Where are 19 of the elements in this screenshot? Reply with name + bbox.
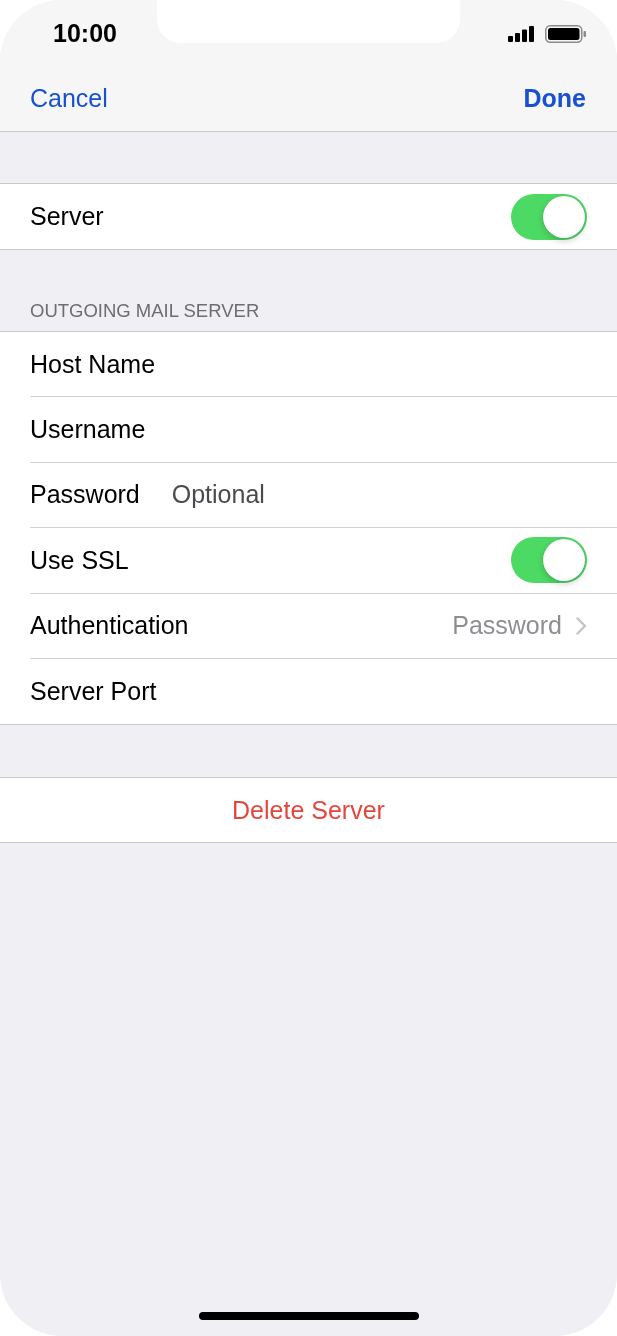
setting-label: Server Port bbox=[30, 677, 157, 707]
chevron-icon bbox=[576, 616, 587, 635]
setting-label: Use SSL bbox=[30, 545, 129, 575]
signal-icon bbox=[508, 25, 534, 42]
toggle-switch[interactable] bbox=[511, 537, 587, 584]
section-header: OUTGOING MAIL SERVER bbox=[30, 300, 260, 321]
setting-label: Password bbox=[30, 480, 140, 510]
setting-label: Authentication bbox=[30, 611, 189, 641]
setting-label: Host Name bbox=[30, 349, 156, 379]
setting-label: Username bbox=[30, 415, 146, 445]
password-field[interactable]: Optional bbox=[171, 477, 587, 512]
delete-server-button[interactable]: Delete Server bbox=[0, 777, 617, 844]
time-text: 10:00 bbox=[53, 19, 117, 48]
setting-label: Server bbox=[30, 202, 104, 231]
toggle-switch[interactable] bbox=[511, 193, 587, 240]
done-button[interactable]: Done bbox=[523, 83, 586, 113]
setting-value: Password bbox=[452, 611, 562, 641]
cancel-button[interactable]: Cancel bbox=[30, 83, 108, 113]
battery-icon bbox=[545, 24, 586, 43]
